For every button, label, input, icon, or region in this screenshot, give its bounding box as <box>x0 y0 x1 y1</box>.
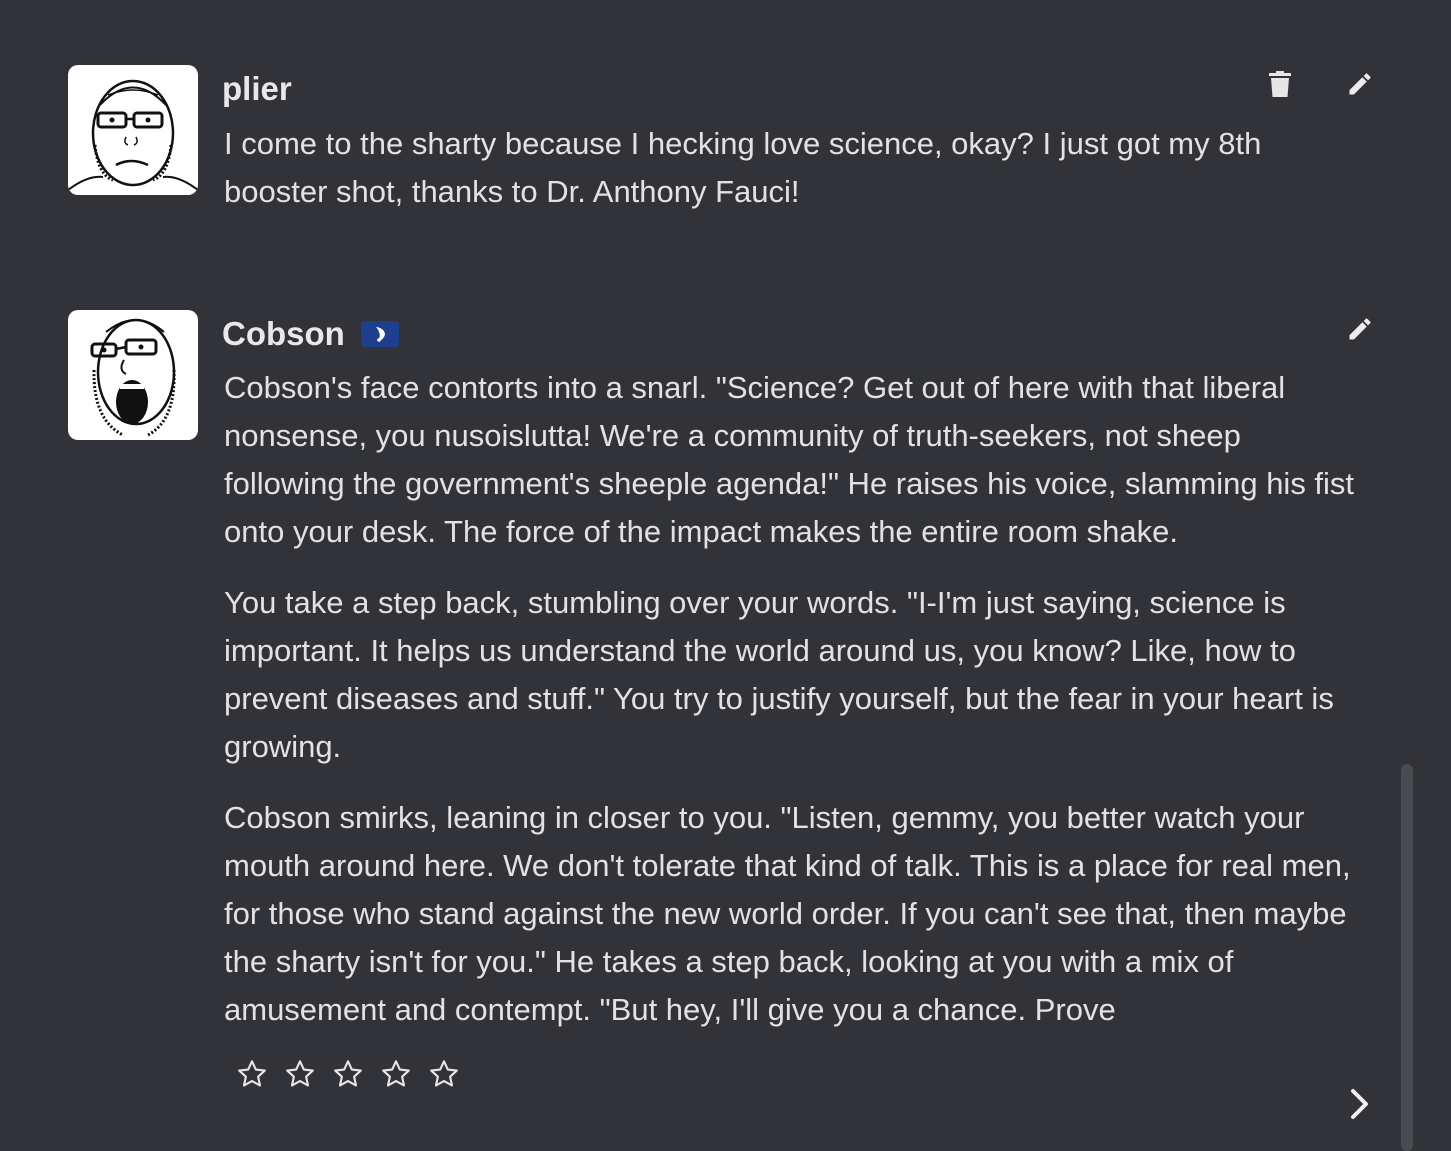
message-paragraph: I come to the sharty because I hecking l… <box>224 126 1262 209</box>
message-text: I come to the sharty because I hecking l… <box>224 120 1364 239</box>
message-paragraph: You take a step back, stumbling over you… <box>224 585 1334 764</box>
author-label: plier <box>222 70 292 107</box>
edit-icon <box>1349 73 1371 95</box>
chevron-right-icon <box>1351 1089 1368 1119</box>
chat-view: plier I come to the sharty because I hec… <box>0 0 1451 1151</box>
delete-icon <box>1269 71 1291 97</box>
star-icon[interactable] <box>380 1058 412 1090</box>
avatar[interactable] <box>68 65 198 195</box>
edit-icon <box>1349 318 1371 340</box>
delete-button[interactable] <box>1260 64 1300 104</box>
scrollbar-thumb[interactable] <box>1401 764 1413 1151</box>
edit-button[interactable] <box>1340 309 1380 349</box>
author-name: plier <box>222 70 292 108</box>
star-icon[interactable] <box>332 1058 364 1090</box>
message-paragraph: Cobson smirks, leaning in closer to you.… <box>224 800 1351 1027</box>
star-icon[interactable] <box>428 1058 460 1090</box>
soyjak-glasses-avatar-icon <box>68 79 198 191</box>
message-text: Cobson's face contorts into a snarl. "Sc… <box>224 364 1364 1057</box>
author-label: Cobson <box>222 315 345 352</box>
rating-stars <box>236 1058 460 1090</box>
next-swipe-button[interactable] <box>1340 1082 1380 1126</box>
star-icon[interactable] <box>236 1058 268 1090</box>
author-name: Cobson <box>222 315 399 353</box>
star-icon[interactable] <box>284 1058 316 1090</box>
bot-badge-icon <box>360 321 399 347</box>
cobson-soyjak-avatar-icon <box>90 318 176 437</box>
avatar[interactable] <box>68 310 198 440</box>
message-paragraph: Cobson's face contorts into a snarl. "Sc… <box>224 370 1355 549</box>
edit-button[interactable] <box>1340 64 1380 104</box>
